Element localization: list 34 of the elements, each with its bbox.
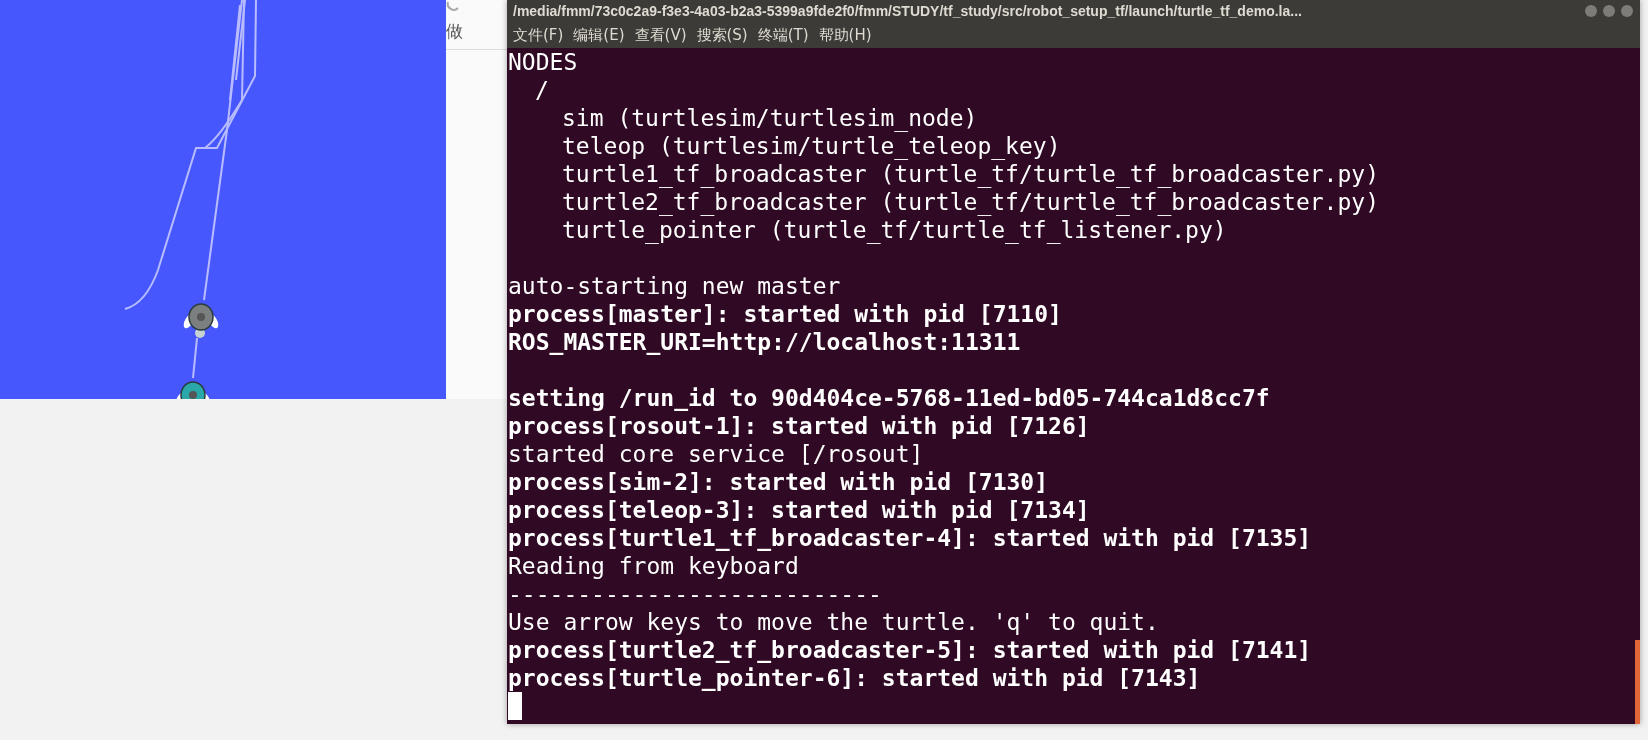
terminal-line: started core service [/rosout] <box>508 440 924 468</box>
terminal-line: NODES <box>508 48 578 76</box>
side-label: 做 <box>446 20 464 43</box>
menu-item[interactable]: 查看(V) <box>634 25 687 45</box>
terminal-line: process[turtle_pointer-6]: started with pid [7143] <box>508 664 1201 692</box>
menu-item[interactable]: 编辑(E) <box>573 25 625 45</box>
terminal-line: --------------------------- <box>508 580 882 608</box>
turtle-icon <box>175 381 211 399</box>
terminal-line: process[sim-2]: started with pid [7130] <box>508 468 1049 496</box>
terminal-line: turtle_pointer (turtle_tf/turtle_tf_listener.py) <box>562 216 1227 244</box>
refresh-icon[interactable] <box>446 0 460 14</box>
terminal-line: sim (turtlesim/turtlesim_node) <box>562 104 978 132</box>
terminal-line: process[turtle2_tf_broadcaster-5]: started with pid [7141] <box>508 636 1312 664</box>
window-title: /media/fmm/73c0c2a9-f3e3-4a03-b2a3-5399a9fde2f0/fmm/STUDY/tf_study/src/robot_setup_tf/launch/turtle_tf_demo.la... <box>513 3 1303 19</box>
terminal-line: process[rosout-1]: started with pid [7126] <box>508 412 1090 440</box>
terminal-line: / <box>535 76 549 104</box>
menu-item[interactable]: 帮助(H) <box>818 25 872 45</box>
turtle-icon <box>183 303 219 338</box>
menu-item[interactable]: 搜索(S) <box>696 25 748 45</box>
terminal-line: auto-starting new master <box>508 272 841 300</box>
menu-item[interactable]: 文件(F) <box>513 25 564 45</box>
terminal-line: Use arrow keys to move the turtle. 'q' to quit. <box>508 608 1159 636</box>
terminal-line: teleop (turtlesim/turtle_teleop_key) <box>562 132 1061 160</box>
terminal-line: setting /run_id to 90d404ce-5768-11ed-bd05-744ca1d8cc7f <box>508 384 1270 412</box>
scrollbar[interactable] <box>1635 640 1640 724</box>
terminal-line: turtle1_tf_broadcaster (turtle_tf/turtle_tf_broadcaster.py) <box>562 160 1379 188</box>
terminal-line: Reading from keyboard <box>508 552 799 580</box>
terminal-line: turtle2_tf_broadcaster (turtle_tf/turtle_tf_broadcaster.py) <box>562 188 1379 216</box>
text-cursor <box>508 692 522 720</box>
terminal-line: ROS_MASTER_URI=http://localhost:11311 <box>508 328 1021 356</box>
terminal-line: process[master]: started with pid [7110] <box>508 300 1062 328</box>
terminal-line: process[teleop-3]: started with pid [7134] <box>508 496 1090 524</box>
terminal-line: process[turtle1_tf_broadcaster-4]: started with pid [7135] <box>508 524 1312 552</box>
menu-item[interactable]: 终端(T) <box>757 25 809 45</box>
